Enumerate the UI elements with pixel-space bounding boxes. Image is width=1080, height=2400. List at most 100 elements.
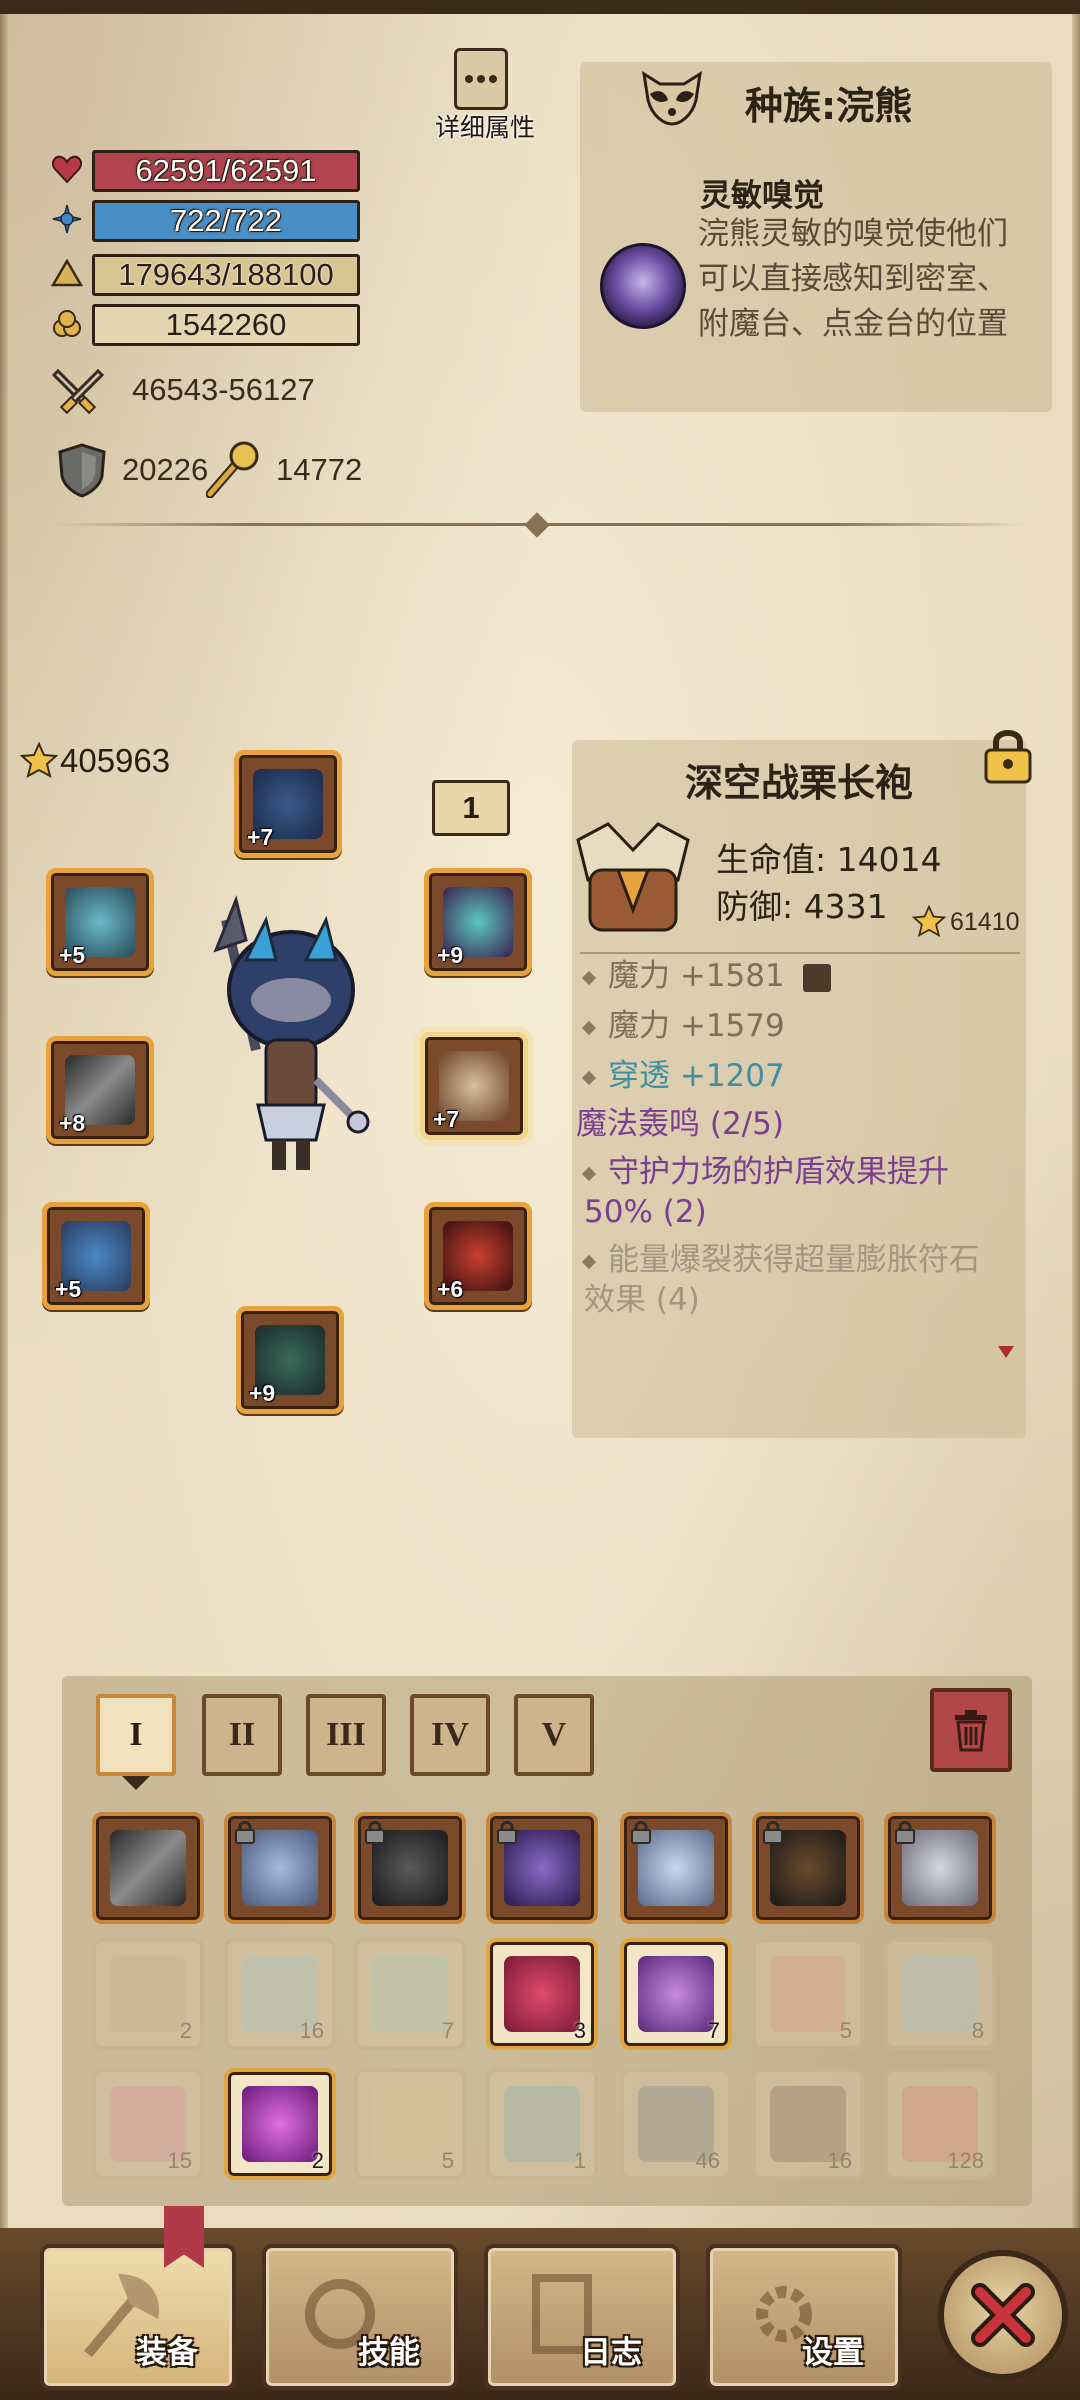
item-count: 7 — [707, 2018, 720, 2043]
enhance-level: +7 — [433, 1106, 460, 1132]
set-bonus-text: 守护力场的护盾效果提升50% (2) — [584, 1154, 949, 1230]
inventory-item[interactable]: 7 — [354, 1938, 466, 2050]
inventory-tab-3[interactable]: III — [306, 1694, 386, 1776]
equip-slot-gloves[interactable]: +5 — [42, 1202, 150, 1310]
detail-attributes-button[interactable] — [454, 48, 508, 110]
scroll-down-icon[interactable] — [998, 1346, 1014, 1358]
item-count: 5 — [839, 2018, 852, 2043]
divider-ornament — [524, 512, 550, 538]
top-frame — [0, 0, 1080, 14]
nav-skills-label: 技能 — [358, 2335, 420, 2371]
enhance-level: +6 — [437, 1276, 464, 1302]
left-border — [0, 0, 8, 2400]
inventory-item[interactable]: 5 — [752, 1938, 864, 2050]
inventory-item[interactable]: 46 — [620, 2068, 732, 2180]
inventory-item[interactable] — [354, 1812, 466, 1924]
enhance-level: +9 — [437, 942, 464, 968]
inventory-item[interactable]: 3 — [486, 1938, 598, 2050]
close-button[interactable] — [938, 2250, 1068, 2380]
affix-text: 穿透 +1207 — [608, 1058, 785, 1094]
lock-icon — [630, 1820, 652, 1844]
weapon-icon — [110, 1830, 186, 1906]
enhance-level: +5 — [59, 942, 86, 968]
inventory-item[interactable] — [884, 1812, 996, 1924]
equip-slot-helmet[interactable]: +7 — [234, 750, 342, 858]
inventory-item[interactable] — [486, 1812, 598, 1924]
item-count: 128 — [947, 2148, 984, 2173]
equip-slot-weapon[interactable]: +8 — [46, 1036, 154, 1144]
inventory-item[interactable]: 1 — [486, 2068, 598, 2180]
inventory-item[interactable]: 16 — [752, 2068, 864, 2180]
nav-settings-button[interactable]: 设置 — [706, 2244, 902, 2390]
affix-text: 魔力 +1581 — [608, 958, 785, 994]
inventory-item[interactable]: 7 — [620, 1938, 732, 2050]
item-count: 16 — [827, 2148, 852, 2173]
trash-button[interactable] — [930, 1688, 1012, 1772]
purple-potion-icon — [638, 1956, 714, 2032]
item-count: 3 — [573, 2018, 586, 2043]
enhance-level: +7 — [247, 824, 274, 850]
inventory-item[interactable]: 8 — [884, 1938, 996, 2050]
lock-icon[interactable] — [982, 726, 1034, 784]
inventory-item[interactable]: 5 — [354, 2068, 466, 2180]
nav-log-button[interactable]: 日志 — [484, 2244, 680, 2390]
equip-slot-armor[interactable]: +7 — [420, 1032, 528, 1140]
inventory-item[interactable]: 2 — [92, 1938, 204, 2050]
bullet — [581, 1254, 597, 1269]
map-scroll-icon — [372, 2086, 448, 2162]
inventory-item[interactable]: 16 — [224, 1938, 336, 2050]
equip-slot-boots[interactable]: +9 — [236, 1306, 344, 1414]
inventory-tab-4[interactable]: IV — [410, 1694, 490, 1776]
nav-skills-button[interactable]: 技能 — [262, 2244, 458, 2390]
teal-potion-icon — [902, 1956, 978, 2032]
item-power: 61410 — [950, 908, 1020, 936]
loadout-number-badge[interactable]: 1 — [432, 780, 510, 836]
inventory-tab-1[interactable]: I — [96, 1694, 176, 1776]
upgrade-icon[interactable] — [802, 963, 831, 992]
gear-power: 405963 — [60, 742, 171, 779]
inventory-tab-5[interactable]: V — [514, 1694, 594, 1776]
gold-bar: 1542260 — [92, 304, 360, 346]
inventory-item[interactable]: 15 — [92, 2068, 204, 2180]
enhance-level: +9 — [249, 1380, 276, 1406]
magic-resist-value: 14772 — [276, 452, 363, 487]
right-border — [1072, 0, 1080, 2400]
trait-icon[interactable] — [600, 243, 686, 329]
magic-resist-icon — [205, 440, 262, 502]
attack-value: 46543-56127 — [132, 372, 315, 407]
star-icon — [19, 741, 59, 782]
item-icon — [568, 820, 698, 938]
inventory-item[interactable] — [224, 1812, 336, 1924]
red-potion-icon — [504, 1956, 580, 2032]
inventory-item[interactable]: 2 — [224, 2068, 336, 2180]
mp-bar: 722/722 — [92, 200, 360, 242]
detail-attributes-label[interactable]: 详细属性 — [425, 108, 545, 144]
lock-icon — [894, 1820, 916, 1844]
set-bonus-text: 能量爆裂获得超量膨胀符石效果 (4) — [584, 1242, 980, 1318]
item-defense-stat: 防御: 4331 — [716, 887, 888, 926]
heart-icon — [50, 152, 84, 186]
scroll-icon — [110, 1956, 186, 2032]
exp-bar: 179643/188100 — [92, 254, 360, 296]
affix-line: 魔力 +1581 — [581, 956, 831, 996]
raccoon-icon — [640, 70, 704, 126]
nav-log-label: 日志 — [580, 2335, 642, 2371]
enhance-level: +5 — [55, 1276, 82, 1302]
defense-icon — [56, 442, 108, 502]
inventory-tab-2[interactable]: II — [202, 1694, 282, 1776]
divider — [580, 952, 1020, 954]
inventory-item[interactable] — [92, 1812, 204, 1924]
equip-slot-belt[interactable]: +6 — [424, 1202, 532, 1310]
inventory-item[interactable] — [752, 1812, 864, 1924]
dot — [477, 75, 485, 83]
inventory-item[interactable]: 128 — [884, 2068, 996, 2180]
nav-equipment-button[interactable]: 装备 — [40, 2244, 236, 2390]
equip-slot-amulet[interactable]: +5 — [46, 868, 154, 976]
potion-icon — [372, 1956, 448, 2032]
equip-slot-shoulder[interactable]: +9 — [424, 868, 532, 976]
inventory-item[interactable] — [620, 1812, 732, 1924]
set-bonus-inactive: 能量爆裂获得超量膨胀符石效果 (4) — [581, 1240, 1004, 1320]
lock-icon — [234, 1820, 256, 1844]
trait-description: 浣熊灵敏的嗅觉使他们可以直接感知到密室、附魔台、点金台的位置 — [698, 216, 1008, 342]
item-count: 8 — [971, 2018, 984, 2043]
